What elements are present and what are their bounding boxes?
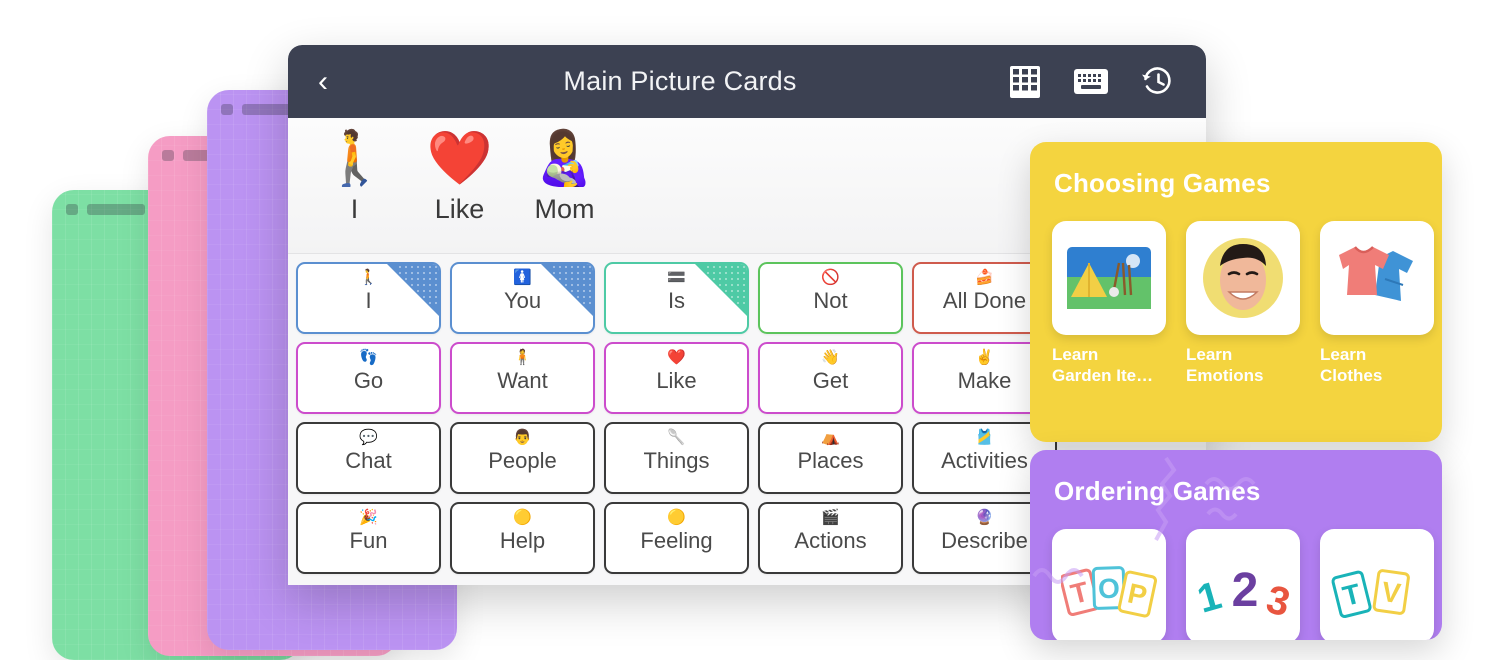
picture-card[interactable]: 🚫 Not bbox=[758, 262, 903, 334]
standing-person-icon: 🧍 bbox=[513, 348, 532, 366]
picture-card-label: Not bbox=[813, 288, 848, 313]
game-tile[interactable]: TV bbox=[1320, 529, 1434, 640]
picture-card[interactable]: 🥄 Things bbox=[604, 422, 749, 494]
picture-card-label: Go bbox=[353, 368, 384, 393]
games-column: Choosing Games Learn Garden Ite… Learn Emo… bbox=[1030, 142, 1442, 640]
footprints-icon: 👣 bbox=[359, 348, 378, 366]
picture-card-label: Get bbox=[812, 368, 849, 393]
picture-card-label: Chat bbox=[345, 448, 392, 473]
party-popper-icon: 🎉 bbox=[359, 508, 378, 526]
sentence-word[interactable]: ❤️ Like bbox=[411, 128, 508, 225]
mother-and-baby-icon: 👩‍🍼 bbox=[531, 128, 598, 189]
picture-card[interactable]: 🟡 Feeling bbox=[604, 502, 749, 574]
picture-card-label: Places bbox=[797, 448, 864, 473]
hand-icon: ✌️ bbox=[975, 348, 994, 366]
reaching-hand-icon: 👋 bbox=[821, 348, 840, 366]
picture-card[interactable]: 🟡 Help bbox=[450, 502, 595, 574]
card-corner-fold bbox=[385, 264, 439, 318]
game-tile-label: Learn Emotions bbox=[1186, 345, 1264, 385]
picture-card-label: I bbox=[365, 288, 372, 313]
picture-card-label: Things bbox=[643, 448, 710, 473]
all-done-icon: 🍰 bbox=[975, 268, 994, 286]
game-tile-label: Learn Clothes bbox=[1320, 345, 1383, 385]
svg-text:3: 3 bbox=[1262, 577, 1291, 622]
object-icon: 🥄 bbox=[667, 428, 686, 446]
picture-card-label: Actions bbox=[794, 528, 867, 553]
history-icon[interactable] bbox=[1140, 65, 1174, 99]
heart-icon: ❤️ bbox=[426, 128, 493, 189]
picture-card-label: Activities bbox=[941, 448, 1028, 473]
person-icon: 🚶 bbox=[359, 268, 378, 286]
picture-card[interactable]: 🟰 Is bbox=[604, 262, 749, 334]
picture-card[interactable]: 🧍 Want bbox=[450, 342, 595, 414]
prohibited-icon: 🚫 bbox=[821, 268, 840, 286]
alphabet-cards-thumbnail: TV bbox=[1320, 529, 1434, 640]
picture-card[interactable]: 🎬 Actions bbox=[758, 502, 903, 574]
card-corner-fold bbox=[693, 264, 747, 318]
picture-card-label: Fun bbox=[349, 528, 388, 553]
picture-card-label: Is bbox=[667, 288, 686, 313]
person-pointing-icon: 🚺 bbox=[513, 268, 532, 286]
decorative-squiggle-2 bbox=[1032, 568, 1084, 584]
picture-card-label: Help bbox=[499, 528, 546, 553]
smiling-face-thumbnail bbox=[1186, 221, 1300, 335]
game-tile-label: Learn Garden Ite… bbox=[1052, 345, 1154, 385]
equals-icon: 🟰 bbox=[667, 268, 686, 286]
clapperboard-icon: 🎬 bbox=[821, 508, 840, 526]
game-panel-title: Choosing Games bbox=[1054, 168, 1271, 198]
grid-view-icon[interactable] bbox=[1008, 65, 1042, 99]
sentence-word-label: Mom bbox=[534, 194, 595, 224]
picture-card-label: Feeling bbox=[640, 528, 713, 553]
decorative-squiggle bbox=[1154, 456, 1256, 541]
game-panel: Ordering Games T O P 1 2 3 T V bbox=[1030, 450, 1442, 640]
sentence-word-label: Like bbox=[434, 194, 485, 224]
game-tile[interactable]: Learn Emotions bbox=[1186, 221, 1300, 386]
picture-card[interactable]: 💬 Chat bbox=[296, 422, 441, 494]
sentence-word[interactable]: 🚶 I bbox=[306, 128, 403, 225]
picture-card-label: Make bbox=[957, 368, 1012, 393]
header-actions bbox=[1008, 65, 1174, 99]
picture-card[interactable]: 👣 Go bbox=[296, 342, 441, 414]
tent-icon: ⛺ bbox=[821, 428, 840, 446]
sentence-word[interactable]: 👩‍🍼 Mom bbox=[516, 128, 613, 225]
sentence-word-label: I bbox=[350, 194, 359, 224]
picture-card[interactable]: 🚶 I bbox=[296, 262, 441, 334]
picture-card-label: People bbox=[488, 448, 557, 473]
svg-text:1: 1 bbox=[1195, 573, 1226, 621]
screenshot-stage: ‹ Main Picture Cards bbox=[0, 0, 1500, 660]
describe-icon: 🔮 bbox=[975, 508, 994, 526]
picture-card-label: Like bbox=[656, 368, 697, 393]
picture-card[interactable]: 🎉 Fun bbox=[296, 502, 441, 574]
keyboard-icon[interactable] bbox=[1074, 65, 1108, 99]
picture-card[interactable]: 🚺 You bbox=[450, 262, 595, 334]
picture-card[interactable]: ⛺ Places bbox=[758, 422, 903, 494]
picture-card-label: You bbox=[503, 288, 542, 313]
card-corner-fold bbox=[539, 264, 593, 318]
picture-card-label: All Done bbox=[942, 288, 1027, 313]
heart-icon: ❤️ bbox=[667, 348, 686, 366]
emotion-face-icon: 🟡 bbox=[667, 508, 686, 526]
picture-card[interactable]: 👋 Get bbox=[758, 342, 903, 414]
person-walking-icon: 🚶 bbox=[321, 128, 388, 189]
garden-tent-thumbnail bbox=[1052, 221, 1166, 335]
game-tile[interactable]: Learn Garden Ite… bbox=[1052, 221, 1166, 386]
tshirt-jeans-thumbnail bbox=[1320, 221, 1434, 335]
picture-card-label: Want bbox=[497, 368, 548, 393]
game-tile-row: Learn Garden Ite… Learn Emotions Learn Clo… bbox=[1052, 221, 1434, 386]
activities-icon: 🎽 bbox=[975, 428, 994, 446]
speech-bubble-icon: 💬 bbox=[359, 428, 378, 446]
svg-text:2: 2 bbox=[1232, 564, 1259, 617]
picture-card[interactable]: 👨 People bbox=[450, 422, 595, 494]
picture-card-label: Describe bbox=[941, 528, 1028, 553]
game-tile[interactable]: Learn Clothes bbox=[1320, 221, 1434, 386]
picture-card[interactable]: ❤️ Like bbox=[604, 342, 749, 414]
chevron-left-icon[interactable]: ‹ bbox=[318, 66, 352, 97]
game-panel: Choosing Games Learn Garden Ite… Learn Emo… bbox=[1030, 142, 1442, 442]
help-ring-icon: 🟡 bbox=[513, 508, 532, 526]
page-title: Main Picture Cards bbox=[563, 66, 797, 96]
app-header-bar: ‹ Main Picture Cards bbox=[288, 45, 1206, 118]
people-icon: 👨 bbox=[513, 428, 532, 446]
